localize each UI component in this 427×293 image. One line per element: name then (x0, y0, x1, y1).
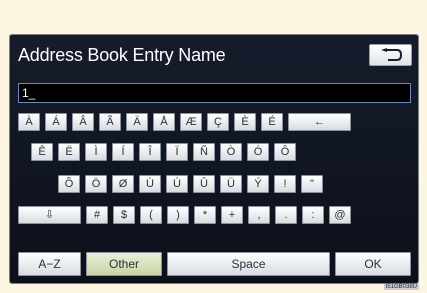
character-key[interactable]: Ô (274, 143, 296, 161)
character-key[interactable]: Ü (220, 175, 242, 193)
character-key[interactable]: Ç (207, 113, 229, 131)
other-key[interactable]: Other (86, 252, 162, 276)
character-key[interactable]: $ (113, 206, 135, 224)
character-key[interactable]: À (18, 113, 40, 131)
back-button[interactable] (369, 44, 412, 66)
character-key[interactable]: Ê (31, 143, 53, 161)
character-key[interactable]: Ë (58, 143, 80, 161)
character-key[interactable]: ! (274, 175, 296, 193)
character-key[interactable]: Ã (99, 113, 121, 131)
character-key[interactable]: Â (72, 113, 94, 131)
character-key[interactable]: Ø (112, 175, 134, 193)
character-key[interactable]: @ (329, 206, 351, 224)
return-arrow-icon (380, 48, 402, 61)
character-key[interactable]: Ý (247, 175, 269, 193)
page-title: Address Book Entry Name (18, 45, 226, 65)
character-key[interactable]: Ó (247, 143, 269, 161)
character-key[interactable]: Ä (126, 113, 148, 131)
az-key[interactable]: A−Z (18, 252, 81, 276)
ok-key[interactable]: OK (335, 252, 411, 276)
shift-down-key[interactable]: ⇩ (18, 206, 81, 224)
address-book-entry-screen: Address Book Entry Name 1_ À Á Â Ã Ä Å Æ Ç È É ← Ê Ë… (10, 35, 418, 283)
image-code: I51GB038U (383, 284, 419, 290)
character-key[interactable]: . (275, 206, 297, 224)
character-key[interactable]: # (86, 206, 108, 224)
name-input[interactable]: 1_ (18, 83, 411, 103)
backspace-key[interactable]: ← (288, 113, 351, 131)
space-key[interactable]: Space (167, 252, 330, 276)
character-key[interactable]: Ú (166, 175, 188, 193)
character-key[interactable]: È (234, 113, 256, 131)
character-key[interactable]: ( (140, 206, 162, 224)
character-key[interactable]: Ö (85, 175, 107, 193)
character-key[interactable]: É (261, 113, 283, 131)
character-key[interactable]: Á (45, 113, 67, 131)
character-key[interactable]: Ñ (193, 143, 215, 161)
character-key[interactable]: * (194, 206, 216, 224)
character-key[interactable]: Æ (180, 113, 202, 131)
character-key[interactable]: Í (112, 143, 134, 161)
character-key[interactable]: Ò (220, 143, 242, 161)
character-key[interactable]: Ï (166, 143, 188, 161)
character-key[interactable]: + (221, 206, 243, 224)
character-key[interactable]: Õ (58, 175, 80, 193)
character-key[interactable]: , (248, 206, 270, 224)
character-key[interactable]: ) (167, 206, 189, 224)
character-key[interactable]: : (302, 206, 324, 224)
character-key[interactable]: Ù (139, 175, 161, 193)
character-key[interactable]: Û (193, 175, 215, 193)
character-key[interactable]: Ì (85, 143, 107, 161)
character-key[interactable]: " (301, 175, 323, 193)
character-key[interactable]: Î (139, 143, 161, 161)
character-key[interactable]: Å (153, 113, 175, 131)
